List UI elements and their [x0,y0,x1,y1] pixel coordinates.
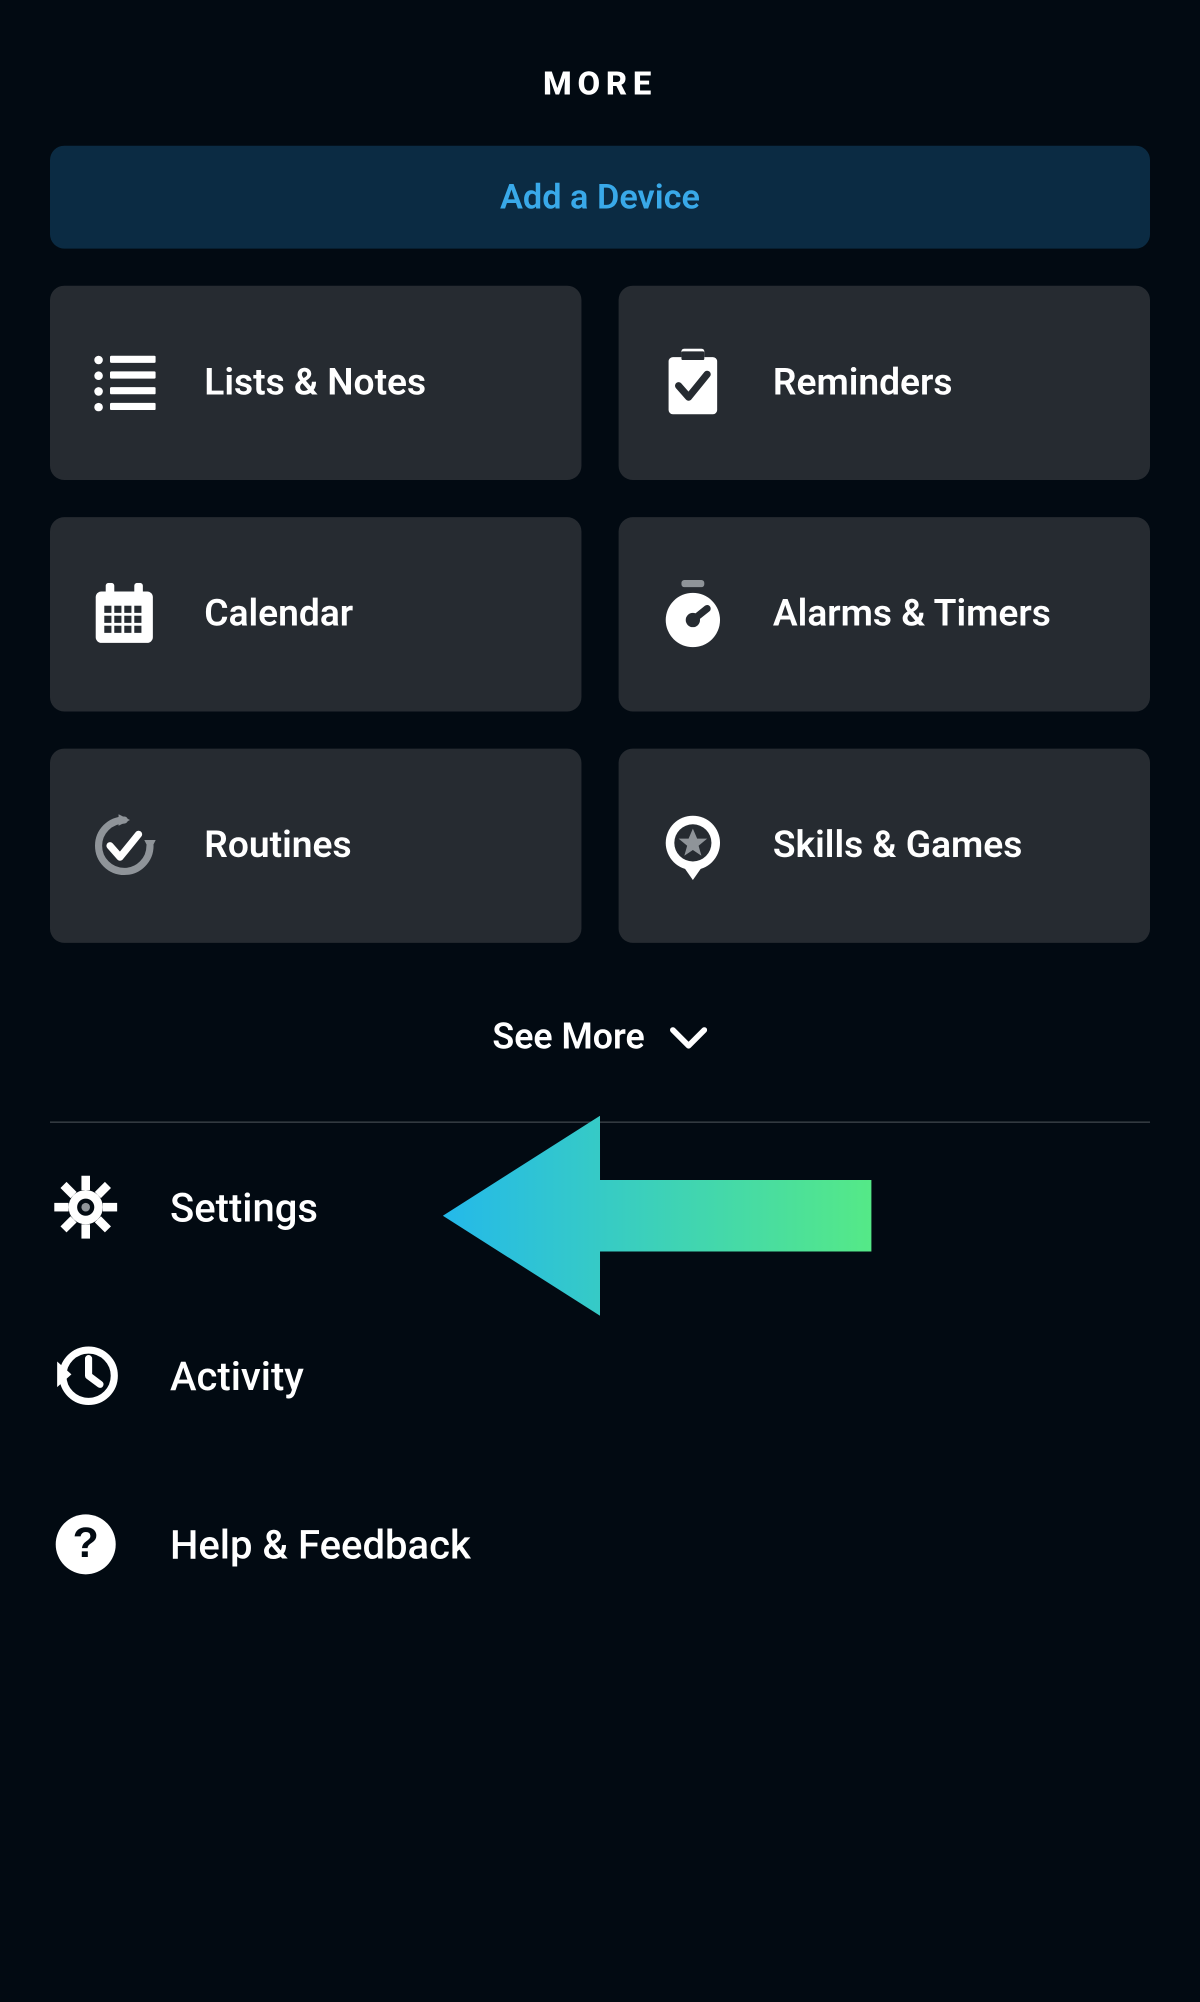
tile-lists-notes[interactable]: Lists & Notes [50,286,581,480]
page-title: MORE [0,50,1200,146]
add-device-label: Add a Device [500,177,700,217]
help-icon: ? [50,1509,121,1580]
skills-icon [659,811,728,880]
tile-routines[interactable]: Routines [50,749,581,943]
clipboard-check-icon [659,349,728,418]
gear-icon [50,1171,121,1242]
list-label: Activity [170,1352,304,1399]
tile-skills-games[interactable]: Skills & Games [619,749,1150,943]
list-item-settings[interactable]: Settings [50,1123,1150,1292]
see-more-label: See More [492,1017,644,1058]
alarm-clock-icon [659,580,728,649]
list-item-activity[interactable]: Activity [50,1291,1150,1460]
routines-icon [90,811,159,880]
see-more-button[interactable]: See More [50,943,1150,1122]
svg-text:?: ? [73,1519,99,1567]
activity-icon [50,1340,121,1411]
tile-label: Routines [204,823,351,869]
tile-label: Calendar [204,591,353,637]
tile-label: Alarms & Timers [773,591,1051,637]
calendar-icon [90,580,159,649]
add-device-button[interactable]: Add a Device [50,146,1150,249]
tile-alarms-timers[interactable]: Alarms & Timers [619,517,1150,711]
list-icon [90,349,159,418]
tile-label: Skills & Games [773,823,1023,869]
list-item-help-feedback[interactable]: ? Help & Feedback [50,1460,1150,1629]
tile-calendar[interactable]: Calendar [50,517,581,711]
chevron-down-icon [670,1026,707,1049]
list-label: Help & Feedback [170,1521,471,1568]
tile-reminders[interactable]: Reminders [619,286,1150,480]
list-label: Settings [170,1184,318,1231]
tile-label: Lists & Notes [204,360,426,406]
tile-grid: Lists & Notes Reminders [50,286,1150,943]
tile-label: Reminders [773,360,953,406]
